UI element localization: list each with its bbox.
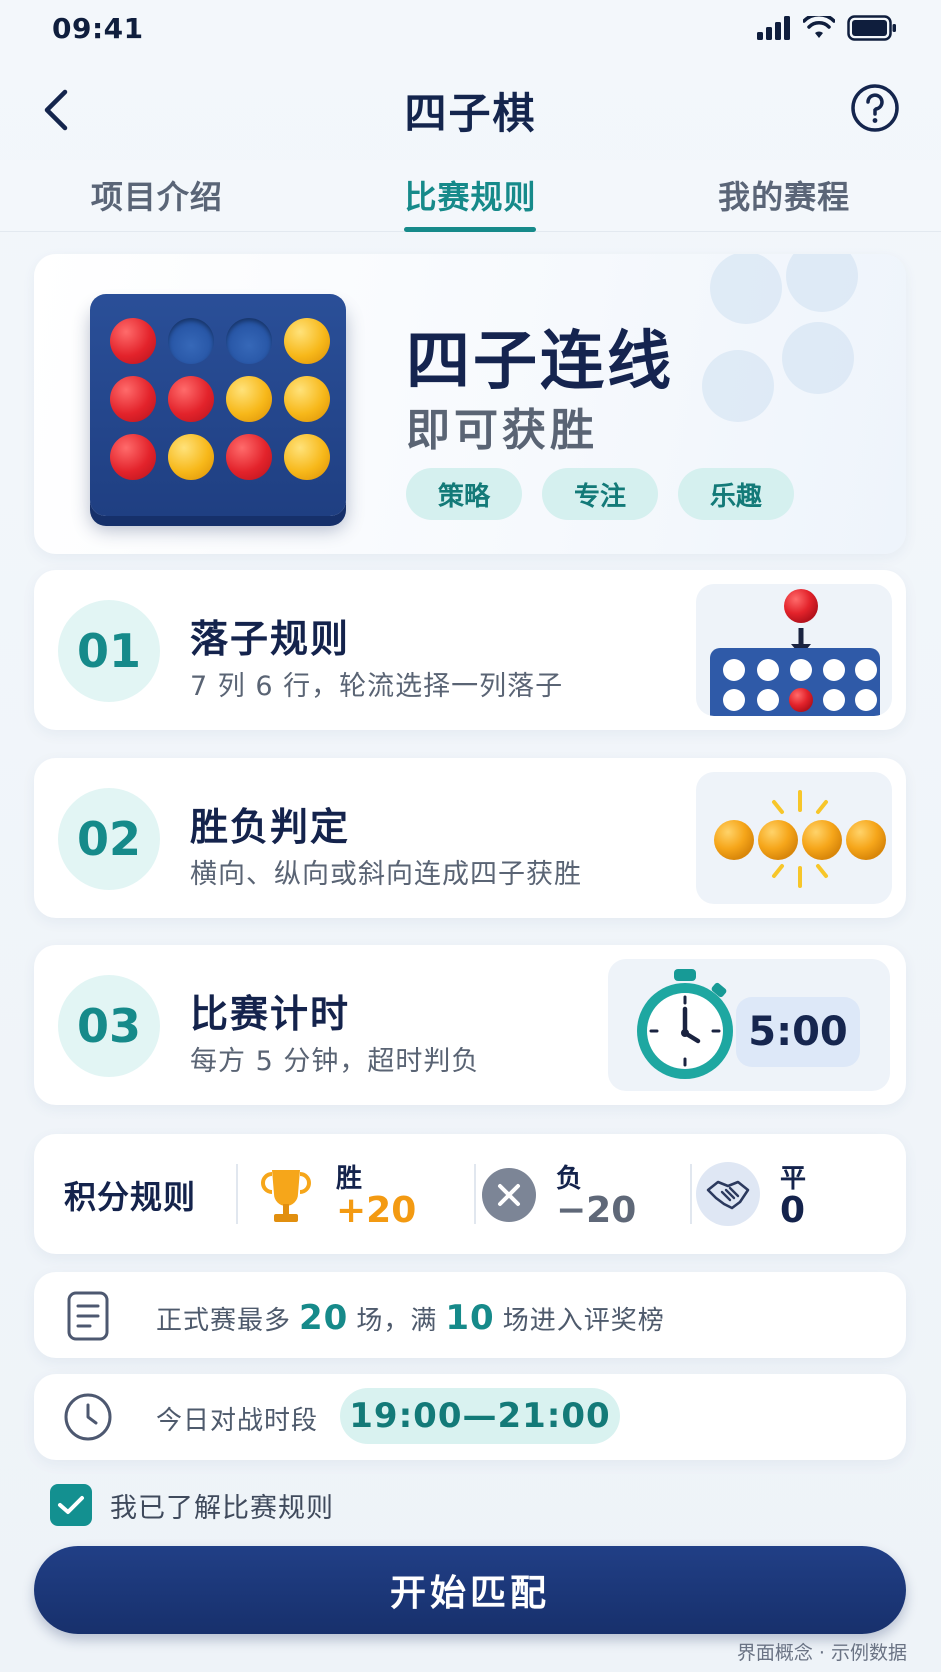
rule-title: 胜负判定 xyxy=(190,805,351,849)
tag-focus: 专注 xyxy=(542,468,658,520)
red-disc xyxy=(110,376,156,422)
yellow-disc xyxy=(284,376,330,422)
signal-icon xyxy=(757,16,790,40)
drop-disc-icon xyxy=(710,589,880,716)
rule-number: 01 xyxy=(58,600,160,702)
yellow-disc xyxy=(284,434,330,480)
max-matches: 20 xyxy=(299,1298,349,1338)
yellow-disc xyxy=(226,376,272,422)
qualify-matches: 10 xyxy=(445,1298,495,1338)
matches-middle: 场，满 xyxy=(356,1306,438,1336)
hero-title: 四子连线 xyxy=(406,325,674,399)
red-disc xyxy=(226,434,272,480)
matches-prefix: 正式赛最多 xyxy=(156,1306,292,1336)
matches-info-card: 正式赛最多 20 场，满 10 场进入评奖榜 xyxy=(34,1272,906,1358)
back-button[interactable] xyxy=(30,84,82,136)
connect-four-board-illustration xyxy=(90,294,346,516)
agreement-checkbox[interactable] xyxy=(50,1484,92,1526)
tab-intro[interactable]: 项目介绍 xyxy=(91,160,223,232)
rule-card-drop: 01 落子规则 7 列 6 行，轮流选择一列落子 xyxy=(34,570,906,730)
schedule-label: 今日对战时段 xyxy=(156,1406,319,1436)
status-time: 09:41 xyxy=(52,11,144,45)
close-circle-icon xyxy=(482,1168,536,1222)
red-disc xyxy=(168,376,214,422)
four-in-a-row-icon xyxy=(714,790,886,888)
rule-card-win: 02 胜负判定 横向、纵向或斜向连成四子获胜 xyxy=(34,758,906,918)
schedule-card: 今日对战时段 19:00—21:00 xyxy=(34,1374,906,1460)
wifi-icon xyxy=(803,16,835,38)
hero-tags: 策略 专注 乐趣 xyxy=(406,468,794,520)
divider xyxy=(690,1164,692,1224)
nav-bar: 四子棋 xyxy=(0,66,941,154)
tag-fun: 乐趣 xyxy=(678,468,794,520)
rule-number: 02 xyxy=(58,788,160,890)
tab-bar: 项目介绍 比赛规则 我的赛程 xyxy=(0,160,941,232)
rule-description: 7 列 6 行，轮流选择一列落子 xyxy=(190,671,564,702)
trophy-icon xyxy=(261,1170,311,1222)
help-button[interactable] xyxy=(847,80,903,136)
red-disc xyxy=(110,434,156,480)
agreement-checkbox-row[interactable]: 我已了解比赛规则 xyxy=(50,1484,334,1526)
decor-bubble xyxy=(786,254,858,312)
question-icon xyxy=(851,84,899,132)
status-icons xyxy=(757,15,897,41)
matches-suffix: 场进入评奖榜 xyxy=(502,1306,665,1336)
yellow-disc xyxy=(284,318,330,364)
tag-strategy: 策略 xyxy=(406,468,522,520)
page-title: 四子棋 xyxy=(404,88,537,138)
draw-value: 0 xyxy=(780,1190,806,1231)
start-matching-button[interactable]: 开始匹配 xyxy=(34,1546,906,1634)
rule-description: 每方 5 分钟，超时判负 xyxy=(190,1046,480,1077)
rule-card-timer: 03 比赛计时 每方 5 分钟，超时判负 5:00 xyxy=(34,945,906,1105)
battery-icon xyxy=(847,15,896,41)
red-disc xyxy=(110,318,156,364)
divider xyxy=(236,1164,238,1224)
rule-title: 比赛计时 xyxy=(190,992,351,1036)
empty-slot xyxy=(226,318,272,364)
drop-disc-illustration xyxy=(696,584,892,716)
timer-value: 5:00 xyxy=(736,997,860,1067)
agreement-label: 我已了解比赛规则 xyxy=(110,1492,334,1524)
document-icon xyxy=(67,1291,109,1341)
timer-illustration: 5:00 xyxy=(608,959,890,1091)
empty-slot xyxy=(168,318,214,364)
clock-icon xyxy=(64,1393,112,1441)
scoring-label: 积分规则 xyxy=(64,1178,197,1216)
matches-info-text: 正式赛最多 20 场，满 10 场进入评奖榜 xyxy=(156,1298,665,1338)
decor-bubble xyxy=(782,322,854,394)
rule-number: 03 xyxy=(58,975,160,1077)
win-value: +20 xyxy=(336,1190,417,1231)
rule-title: 落子规则 xyxy=(190,617,351,661)
handshake-icon xyxy=(696,1162,760,1226)
tab-my-schedule[interactable]: 我的赛程 xyxy=(718,160,850,232)
decor-bubble xyxy=(710,254,782,324)
checkmark-icon xyxy=(58,1496,84,1514)
tab-rules[interactable]: 比赛规则 xyxy=(404,160,537,232)
schedule-time-range: 19:00—21:00 xyxy=(340,1388,620,1444)
footnote: 界面概念 · 示例数据 xyxy=(736,1642,907,1664)
four-in-row-illustration xyxy=(696,772,892,904)
status-bar: 09:41 xyxy=(0,0,941,56)
loss-value: −20 xyxy=(556,1190,637,1231)
rule-description: 横向、纵向或斜向连成四子获胜 xyxy=(190,859,582,890)
hero-card: 四子连线 即可获胜 策略 专注 乐趣 xyxy=(34,254,906,554)
stopwatch-icon xyxy=(637,969,733,1079)
chevron-left-icon xyxy=(44,89,68,131)
divider xyxy=(474,1164,476,1224)
scoring-card: 积分规则 胜 +20 负 −20 平 0 xyxy=(34,1134,906,1254)
decor-bubble xyxy=(702,350,774,422)
hero-subtitle: 即可获胜 xyxy=(406,405,598,456)
yellow-disc xyxy=(168,434,214,480)
